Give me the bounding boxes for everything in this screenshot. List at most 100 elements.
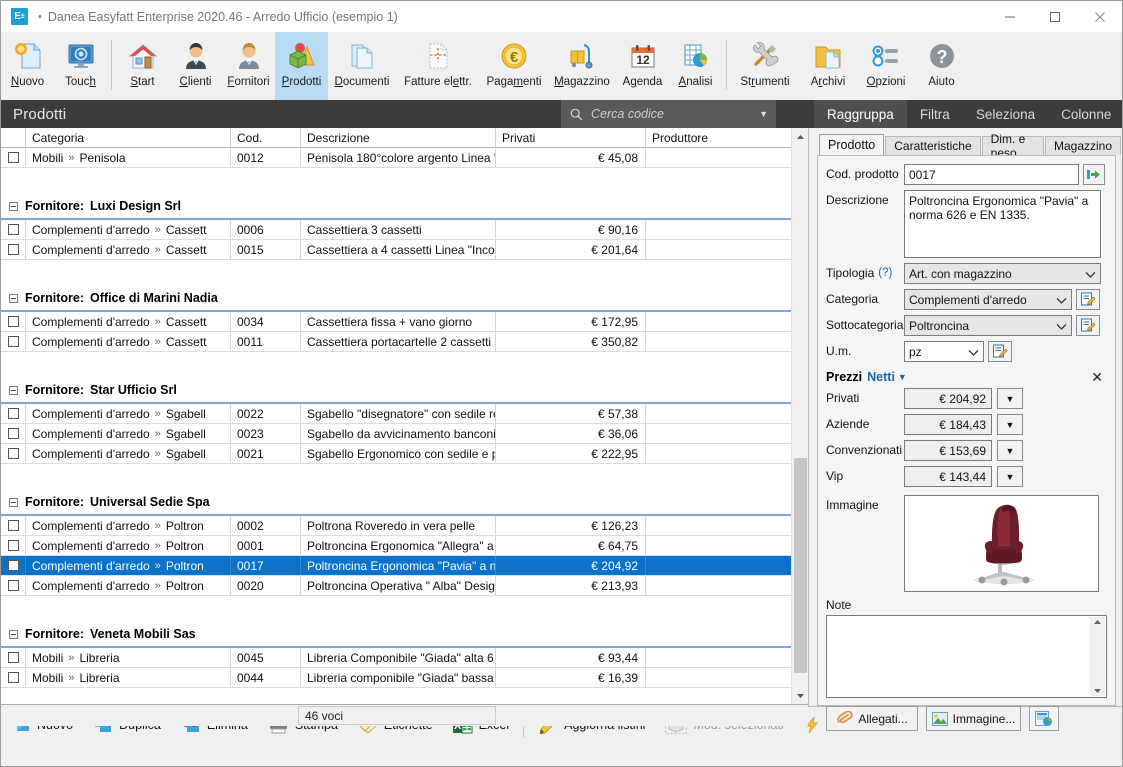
- toolbar-button-documenti[interactable]: Documenti: [328, 32, 396, 100]
- table-row[interactable]: Complementi d'arredo » Cassett 0015 Cassetti…: [1, 240, 808, 260]
- table-row[interactable]: Complementi d'arredo » Cassett 0011 Cassetti…: [1, 332, 808, 352]
- checkbox-icon[interactable]: [7, 152, 19, 163]
- row-checkbox[interactable]: [1, 556, 26, 575]
- checkbox-icon[interactable]: [7, 560, 19, 571]
- allegati-button[interactable]: Allegati...: [826, 706, 918, 731]
- tab-caratteristiche[interactable]: Caratteristiche: [885, 136, 981, 155]
- price-convenzionati-dropdown[interactable]: ▼: [997, 440, 1023, 461]
- price-privati-input[interactable]: € 204,92: [904, 388, 992, 409]
- row-checkbox[interactable]: [1, 576, 26, 595]
- price-aziende-input[interactable]: € 184,43: [904, 414, 992, 435]
- immagine-button[interactable]: Immagine...: [926, 706, 1021, 731]
- row-checkbox[interactable]: [1, 668, 26, 687]
- checkbox-icon[interactable]: [7, 316, 19, 327]
- note-textarea[interactable]: [826, 615, 1107, 698]
- table-row[interactable]: Complementi d'arredo » Sgabell 0022 Sgabello…: [1, 404, 808, 424]
- grid-group-header[interactable]: Fornitore: Veneta Mobili Sas: [1, 622, 808, 648]
- toolbar-button-touch[interactable]: Touch: [54, 32, 107, 100]
- price-privati-dropdown[interactable]: ▼: [997, 388, 1023, 409]
- checkbox-icon[interactable]: [7, 448, 19, 459]
- toolbar-button-strumenti[interactable]: Strumenti: [731, 32, 799, 100]
- import-code-icon[interactable]: [1083, 164, 1105, 185]
- toolbar-button-analisi[interactable]: Analisi: [669, 32, 722, 100]
- categoria-select[interactable]: Complementi d'arredo: [904, 289, 1072, 310]
- search-input[interactable]: Cerca codice: [591, 107, 664, 121]
- toolbar-button-agenda[interactable]: 12 Agenda: [616, 32, 669, 100]
- scrollbar-thumb[interactable]: [794, 458, 807, 673]
- checkbox-icon[interactable]: [7, 428, 19, 439]
- checkbox-icon[interactable]: [7, 244, 19, 255]
- table-row[interactable]: Mobili » Libreria 0044 Libreria componibile …: [1, 668, 808, 688]
- row-checkbox[interactable]: [1, 404, 26, 423]
- help-hint-icon[interactable]: (?): [878, 267, 892, 279]
- toolbar-button-opzioni[interactable]: Opzioni: [857, 32, 915, 100]
- chevron-down-icon[interactable]: ▼: [898, 372, 907, 382]
- tab-colonne[interactable]: Colonne: [1048, 100, 1122, 128]
- table-row[interactable]: Complementi d'arredo » Cassett 0034 Cassetti…: [1, 312, 808, 332]
- price-vip-input[interactable]: € 143,44: [904, 466, 992, 487]
- collapse-toggle-icon[interactable]: [9, 497, 18, 507]
- grid-header-cod[interactable]: Cod.: [231, 128, 301, 148]
- note-scrollbar[interactable]: [1090, 617, 1105, 696]
- edit-um-icon[interactable]: [988, 341, 1012, 362]
- close-x-icon[interactable]: ✕: [1091, 369, 1103, 386]
- table-row[interactable]: Mobili » Penisola 0012 Penisola 180°colore a…: [1, 148, 808, 168]
- scroll-down-icon[interactable]: [1093, 688, 1102, 694]
- collapse-toggle-icon[interactable]: [9, 385, 18, 395]
- grid-group-header[interactable]: Fornitore: Universal Sedie Spa: [1, 490, 808, 516]
- web-page-button[interactable]: [1029, 706, 1059, 731]
- checkbox-icon[interactable]: [7, 540, 19, 551]
- row-checkbox[interactable]: [1, 332, 26, 351]
- price-vip-dropdown[interactable]: ▼: [997, 466, 1023, 487]
- grid-header-privati[interactable]: Privati: [496, 128, 646, 148]
- toolbar-button-nuovo[interactable]: Nuovo: [1, 32, 54, 100]
- grid-header-descrizione[interactable]: Descrizione: [301, 128, 496, 148]
- price-aziende-dropdown[interactable]: ▼: [997, 414, 1023, 435]
- row-checkbox[interactable]: [1, 240, 26, 259]
- collapse-toggle-icon[interactable]: [9, 629, 18, 639]
- row-checkbox[interactable]: [1, 220, 26, 239]
- checkbox-icon[interactable]: [7, 520, 19, 531]
- grid-group-header[interactable]: Fornitore: Luxi Design Srl: [1, 194, 808, 220]
- grid-header-categoria[interactable]: Categoria: [26, 128, 231, 148]
- toolbar-button-aiuto[interactable]: ? Aiuto: [915, 32, 968, 100]
- grid-header-produttore[interactable]: Produttore: [646, 128, 794, 148]
- product-image[interactable]: [904, 495, 1099, 592]
- grid-group-header[interactable]: Fornitore: Office di Marini Nadia: [1, 286, 808, 312]
- tab-raggruppa[interactable]: Raggruppa: [814, 100, 907, 128]
- scroll-up-icon[interactable]: [1093, 619, 1102, 625]
- maximize-button[interactable]: [1032, 1, 1077, 32]
- toolbar-button-pagamenti[interactable]: € Pagamenti: [480, 32, 548, 100]
- row-checkbox[interactable]: [1, 648, 26, 667]
- toolbar-button-start[interactable]: Start: [116, 32, 169, 100]
- table-row[interactable]: Complementi d'arredo » Sgabell 0023 Sgabello…: [1, 424, 808, 444]
- tipologia-select[interactable]: Art. con magazzino: [904, 263, 1101, 284]
- toolbar-button-clienti[interactable]: Clienti: [169, 32, 222, 100]
- prezzi-mode[interactable]: Netti: [867, 370, 895, 384]
- row-checkbox[interactable]: [1, 516, 26, 535]
- collapse-toggle-icon[interactable]: [9, 293, 18, 303]
- row-checkbox[interactable]: [1, 148, 26, 167]
- tab-seleziona[interactable]: Seleziona: [963, 100, 1048, 128]
- edit-categoria-icon[interactable]: [1076, 289, 1100, 310]
- tab-filtra[interactable]: Filtra: [907, 100, 963, 128]
- table-row[interactable]: Complementi d'arredo » Poltron 0017 Poltronc…: [1, 556, 808, 576]
- scroll-up-button[interactable]: [792, 128, 808, 145]
- row-checkbox[interactable]: [1, 536, 26, 555]
- checkbox-icon[interactable]: [7, 224, 19, 235]
- descrizione-textarea[interactable]: Poltroncina Ergonomica "Pavia" a norma 6…: [904, 190, 1101, 258]
- table-row[interactable]: Complementi d'arredo » Sgabell 0021 Sgabello…: [1, 444, 808, 464]
- grid-header-select[interactable]: [1, 128, 26, 148]
- search-box[interactable]: Cerca codice ▼: [561, 100, 776, 128]
- checkbox-icon[interactable]: [7, 408, 19, 419]
- collapse-toggle-icon[interactable]: [9, 201, 18, 211]
- checkbox-icon[interactable]: [7, 672, 19, 683]
- cod-prodotto-input[interactable]: 0017: [904, 164, 1079, 185]
- table-row[interactable]: Mobili » Libreria 0045 Libreria Componibile …: [1, 648, 808, 668]
- table-row[interactable]: Complementi d'arredo » Poltron 0020 Poltronc…: [1, 576, 808, 596]
- minimize-button[interactable]: [987, 1, 1032, 32]
- checkbox-icon[interactable]: [7, 652, 19, 663]
- price-convenzionati-input[interactable]: € 153,69: [904, 440, 992, 461]
- row-checkbox[interactable]: [1, 444, 26, 463]
- scroll-down-button[interactable]: [792, 687, 809, 704]
